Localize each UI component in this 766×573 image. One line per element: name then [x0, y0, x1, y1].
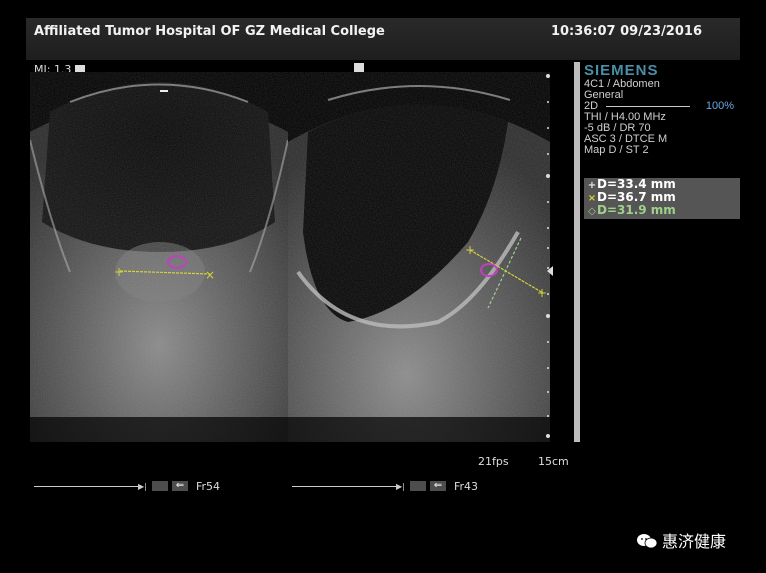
institution-name: Affiliated Tumor Hospital OF GZ Medical …: [34, 24, 385, 39]
ultrasound-image-left[interactable]: + ×: [30, 72, 288, 442]
svg-text:+: +: [114, 265, 124, 279]
param-map: Map D / ST 2: [584, 144, 649, 156]
power-bar: [606, 106, 690, 107]
svg-text:×: ×: [205, 268, 215, 282]
depth-scale-ticks: [546, 74, 553, 438]
measurement-value: D=31.9 mm: [597, 203, 676, 217]
measurement-results: +D=33.4 mm ×D=36.7 mm ◇D=31.9 mm: [584, 178, 740, 219]
header-bar: Affiliated Tumor Hospital OF GZ Medical …: [26, 18, 740, 60]
measurement-value: D=36.7 mm: [597, 190, 676, 204]
wechat-icon: [637, 534, 658, 549]
watermark-text: 惠济健康: [662, 532, 727, 551]
watermark: 惠济健康: [636, 528, 726, 552]
ultrasound-image-right[interactable]: + +: [288, 72, 550, 442]
param-mode-label: 2D: [584, 100, 599, 112]
cine-end-icon: ▶|: [138, 482, 147, 491]
cine-store-button[interactable]: [152, 481, 168, 491]
brand-logo: SIEMENS: [584, 62, 659, 79]
frame-number: Fr43: [454, 480, 479, 493]
depth-scale-rail: [574, 62, 580, 442]
frame-number: Fr54: [196, 480, 221, 493]
cine-timeline[interactable]: [292, 486, 400, 487]
svg-text:+: +: [465, 243, 475, 257]
cine-back-button[interactable]: ⇐: [172, 481, 188, 491]
cine-back-button[interactable]: ⇐: [430, 481, 446, 491]
imaging-parameters-panel: SIEMENS 4C1 / Abdomen General 2D 100% TH…: [584, 62, 744, 156]
power-percent: 100%: [705, 100, 734, 112]
measurement-value: D=33.4 mm: [597, 177, 676, 191]
cine-end-icon: ▶|: [396, 482, 405, 491]
param-mode: 2D 100%: [584, 101, 744, 112]
measurement-row: ◇D=31.9 mm: [584, 203, 740, 218]
caliper-diamond-icon: ◇: [588, 206, 596, 217]
depth-readout: 15cm: [538, 455, 569, 468]
orientation-marker-icon: [354, 63, 364, 72]
cine-store-button[interactable]: [410, 481, 426, 491]
frame-rate: 21fps: [478, 455, 509, 468]
cine-timeline[interactable]: [34, 486, 142, 487]
datetime-stamp: 10:36:07 09/23/2016: [550, 24, 702, 39]
